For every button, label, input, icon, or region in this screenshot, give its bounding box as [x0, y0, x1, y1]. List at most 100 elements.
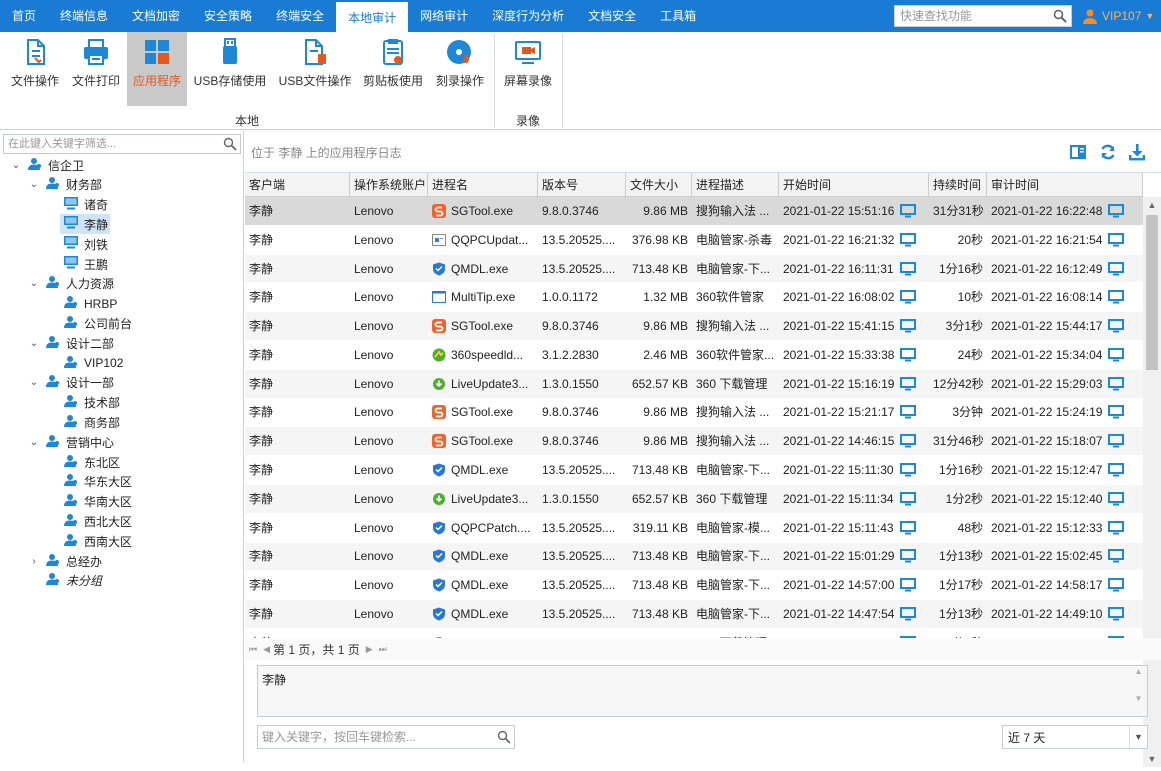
search-icon[interactable]	[1053, 9, 1067, 23]
tree-node-user[interactable]: HRBP	[64, 294, 117, 314]
screen-snapshot-icon[interactable]	[900, 232, 917, 247]
quick-search[interactable]	[894, 5, 1072, 27]
table-row[interactable]: 李静 Lenovo QMDL.exe 13.5.20525.... 713.48 KB 电…	[245, 254, 1143, 284]
quick-search-input[interactable]	[895, 6, 1045, 26]
tree-filter[interactable]	[3, 134, 241, 154]
search-icon[interactable]	[223, 137, 237, 151]
screen-snapshot-icon[interactable]	[899, 463, 916, 477]
last-page-icon[interactable]: ⏭	[379, 644, 387, 655]
tree-node-group[interactable]: ⌄ 营销中心	[28, 432, 114, 452]
detail-scrollbar[interactable]: ▲ ▼	[1131, 667, 1146, 715]
tree-node-user[interactable]: 技术部	[64, 393, 120, 413]
screen-snapshot-icon[interactable]	[900, 203, 917, 218]
column-header[interactable]: 进程描述	[692, 173, 779, 197]
screen-snapshot-icon[interactable]	[1108, 347, 1125, 362]
column-header[interactable]: 文件大小	[626, 173, 692, 197]
scrollbar-thumb[interactable]	[1146, 215, 1158, 370]
screen-snapshot-icon[interactable]	[900, 376, 917, 391]
refresh-icon[interactable]	[1099, 143, 1117, 161]
column-header[interactable]: 开始时间	[779, 173, 929, 197]
column-header[interactable]: 操作系统账户	[350, 173, 428, 197]
screen-snapshot-icon[interactable]	[900, 607, 917, 621]
column-header[interactable]: 版本号	[538, 173, 626, 197]
top-menu-item[interactable]: 文档加密	[120, 0, 192, 32]
table-row[interactable]: 李静 Lenovo LiveUpdate3... 1.3.0.1550 652.57 K…	[245, 484, 1143, 514]
screen-snapshot-icon[interactable]	[1108, 290, 1125, 304]
screen-snapshot-icon[interactable]	[1108, 607, 1125, 621]
screen-snapshot-icon[interactable]	[900, 347, 917, 362]
table-row[interactable]: 李静 Lenovo QQPCUpdat... 13.5.20525.... 376.98…	[245, 225, 1143, 255]
table-row[interactable]: 李静 Lenovo MultiTip.exe 1.0.0.1172 1.32 MB 360…	[245, 283, 1143, 313]
ribbon-button-usb-file-ops[interactable]: USB文件操作	[274, 32, 356, 106]
ribbon-button-usb-storage[interactable]: USB存储使用	[190, 32, 270, 106]
screen-snapshot-icon[interactable]	[1108, 549, 1125, 563]
tree-node-group[interactable]: ⌄ 设计一部	[28, 373, 114, 393]
table-row[interactable]: 李静 Lenovo QMDL.exe 13.5.20525.... 713.48 KB 电…	[245, 571, 1143, 601]
tree-node-group[interactable]: › 总经办	[28, 551, 102, 571]
ribbon-button-screen-record[interactable]: 屏幕录像	[500, 32, 556, 106]
user-menu[interactable]: VIP107 ▼	[1082, 0, 1154, 32]
keyword-search[interactable]	[257, 725, 515, 749]
scroll-up-icon[interactable]: ▲	[1143, 197, 1161, 213]
tree-node-group[interactable]: ⌄ 人力资源	[28, 274, 114, 294]
top-menu-item[interactable]: 网络审计	[408, 0, 480, 32]
screen-snapshot-icon[interactable]	[900, 405, 917, 419]
ribbon-button-file-print[interactable]: 文件打印	[67, 32, 125, 106]
table-row[interactable]: 李静 Lenovo 360speedld... 3.1.2.2830 2.46 MB 36…	[245, 340, 1143, 370]
table-row[interactable]: 李静 Lenovo SGTool.exe 9.8.0.3746 9.86 MB 搜狗输入法…	[245, 427, 1143, 457]
search-icon[interactable]	[497, 730, 511, 744]
screen-snapshot-icon[interactable]	[1108, 261, 1125, 276]
ribbon-button-clipboard[interactable]: 剪贴板使用	[360, 32, 426, 106]
tree-filter-input[interactable]	[4, 135, 219, 153]
chevron-down-icon[interactable]: ⌄	[10, 160, 22, 171]
screen-snapshot-icon[interactable]	[1108, 520, 1125, 535]
chevron-down-icon[interactable]: ⌄	[28, 437, 40, 448]
tree-node-user[interactable]: 东北区	[64, 452, 120, 472]
prev-page-icon[interactable]: ◀	[263, 644, 270, 655]
screen-snapshot-icon[interactable]	[1108, 578, 1125, 592]
download-icon[interactable]	[1128, 143, 1146, 161]
tree-node-computer[interactable]: 王鹏	[64, 254, 108, 274]
screen-snapshot-icon[interactable]	[1108, 232, 1125, 247]
top-menu-item[interactable]: 本地审计	[336, 0, 409, 34]
top-menu-item[interactable]: 首页	[0, 0, 48, 32]
screen-snapshot-icon[interactable]	[1108, 203, 1125, 218]
screen-snapshot-icon[interactable]	[1108, 434, 1125, 448]
screen-snapshot-icon[interactable]	[900, 549, 917, 563]
tree-node-user[interactable]: 西北大区	[64, 511, 132, 531]
chevron-down-icon[interactable]: ▼	[1129, 726, 1147, 748]
screen-snapshot-icon[interactable]	[900, 290, 917, 304]
tree-node-computer[interactable]: 李静	[60, 214, 110, 235]
table-row[interactable]: 李静 Lenovo QMDL.exe 13.5.20525.... 713.48 KB 电…	[245, 456, 1143, 485]
top-menu-item[interactable]: 安全策略	[192, 0, 264, 32]
chevron-down-icon[interactable]: ⌄	[28, 278, 40, 289]
table-row[interactable]: 李静 Lenovo SGTool.exe 9.8.0.3746 9.86 MB 搜狗输入法…	[245, 197, 1143, 226]
top-menu-item[interactable]: 终端信息	[48, 0, 120, 32]
tree-node-group[interactable]: ⌄ 信企卫	[10, 155, 84, 175]
tree-node-user[interactable]: 西南大区	[64, 531, 132, 551]
table-row[interactable]: 李静 Lenovo SGTool.exe 9.8.0.3746 9.86 MB 搜狗输入法…	[245, 398, 1143, 428]
column-header[interactable]: 客户端	[245, 173, 350, 197]
tree-node-computer[interactable]: 刘铁	[64, 234, 108, 254]
first-page-icon[interactable]: ⏮	[249, 644, 257, 655]
keyword-search-input[interactable]	[258, 726, 494, 748]
tree-node-user[interactable]: 华东大区	[64, 472, 132, 492]
screen-snapshot-icon[interactable]	[900, 319, 917, 333]
ribbon-button-apps[interactable]: 应用程序	[127, 32, 187, 106]
tree-node-computer[interactable]: 诸奇	[64, 195, 108, 215]
top-menu-item[interactable]: 终端安全	[264, 0, 336, 32]
date-range-select[interactable]: 近 7 天 ▼	[1002, 725, 1148, 749]
tree-node-group[interactable]: 未分组	[28, 571, 102, 591]
scroll-down-icon[interactable]: ▼	[1143, 751, 1161, 767]
table-row[interactable]: 李静 Lenovo QQPCPatch.... 13.5.20525.... 319.1…	[245, 513, 1143, 543]
top-menu-item[interactable]: 工具箱	[648, 0, 708, 32]
column-header[interactable]: 审计时间	[987, 173, 1143, 197]
tree-node-group[interactable]: ⌄ 财务部	[28, 175, 102, 195]
screen-snapshot-icon[interactable]	[900, 578, 917, 592]
next-page-icon[interactable]: ▶	[366, 644, 373, 655]
screen-snapshot-icon[interactable]	[899, 261, 916, 276]
screen-snapshot-icon[interactable]	[1108, 319, 1125, 333]
chevron-down-icon[interactable]: ⌄	[28, 377, 40, 388]
chevron-down-icon[interactable]: ⌄	[28, 338, 40, 349]
ribbon-button-file-ops[interactable]: 文件操作	[6, 32, 64, 106]
